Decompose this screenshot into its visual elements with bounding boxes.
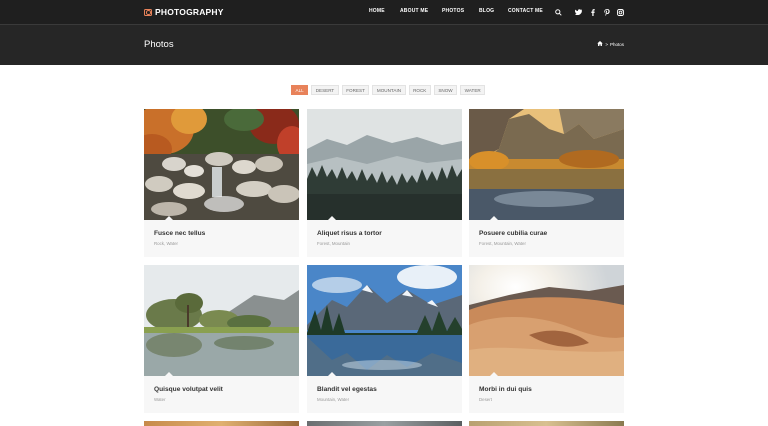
page-header: Photos > Photos [0, 25, 768, 65]
card-notch [165, 372, 173, 376]
photo-card[interactable] [144, 421, 299, 426]
home-icon[interactable] [597, 41, 604, 47]
nav-item-home[interactable]: HOME [369, 8, 385, 14]
nav-item-about-me[interactable]: ABOUT ME [400, 8, 428, 14]
photo-image [307, 109, 462, 220]
photo-card[interactable]: Aliquet risus a tortor Forest, Mountain [307, 109, 462, 257]
photo-card[interactable]: Quisque volutpat velit Water [144, 265, 299, 413]
twitter-icon[interactable] [573, 7, 583, 17]
photo-title[interactable]: Aliquet risus a tortor [317, 230, 382, 237]
photo-tags: Desert [479, 397, 492, 402]
instagram-icon[interactable] [615, 7, 625, 17]
filter-all[interactable]: ALL [291, 85, 309, 95]
photo-tags: Forest, Mountain [317, 241, 350, 246]
photo-card[interactable]: Fusce nec tellus Rock, Water [144, 109, 299, 257]
filter-forest[interactable]: FOREST [341, 85, 370, 95]
nav-item-photos[interactable]: PHOTOS [442, 8, 464, 14]
photo-card[interactable]: Morbi in dui quis Desert [469, 265, 624, 413]
photo-title[interactable]: Posuere cubilia curae [479, 230, 547, 237]
card-notch [490, 216, 498, 220]
photo-image [144, 265, 299, 376]
breadcrumb-separator: > [605, 41, 608, 47]
filter-desert[interactable]: DESERT [311, 85, 339, 95]
photo-title[interactable]: Blandit vel egestas [317, 386, 377, 393]
photo-card[interactable]: Blandit vel egestas Mountain, Water [307, 265, 462, 413]
photo-title[interactable]: Morbi in dui quis [479, 386, 532, 393]
category-filters: ALL DESERT FOREST MOUNTAIN ROCK SNOW WAT… [291, 85, 486, 96]
search-icon[interactable] [553, 7, 563, 17]
nav-item-blog[interactable]: BLOG [479, 8, 494, 14]
photo-image [144, 421, 299, 426]
photo-card[interactable]: Posuere cubilia curae Forest, Mountain, … [469, 109, 624, 257]
filter-snow[interactable]: SNOW [433, 85, 458, 95]
photo-image [307, 421, 462, 426]
photo-tags: Rock, Water [154, 241, 178, 246]
filter-mountain[interactable]: MOUNTAIN [372, 85, 406, 95]
brand-logo[interactable]: PHOTOGRAPHY [144, 6, 224, 18]
photo-image [469, 109, 624, 220]
page-title: Photos [144, 39, 174, 50]
camera-icon [144, 8, 152, 16]
nav-item-contact-me[interactable]: CONTACT ME [508, 8, 543, 14]
breadcrumb-current: Photos [609, 41, 624, 47]
photo-card[interactable] [469, 421, 624, 426]
breadcrumb: > Photos [597, 41, 624, 47]
filter-rock[interactable]: ROCK [408, 85, 431, 95]
photo-image [144, 109, 299, 220]
photo-card[interactable] [307, 421, 462, 426]
card-notch [328, 216, 336, 220]
photo-tags: Water [154, 397, 166, 402]
brand-name: PHOTOGRAPHY [155, 7, 224, 17]
photo-image [307, 265, 462, 376]
photo-tags: Forest, Mountain, Water [479, 241, 526, 246]
pinterest-icon[interactable] [602, 7, 612, 17]
photo-image [469, 421, 624, 426]
filter-water[interactable]: WATER [460, 85, 486, 95]
photo-tags: Mountain, Water [317, 397, 350, 402]
photo-title[interactable]: Fusce nec tellus [154, 230, 205, 237]
top-navbar: PHOTOGRAPHY HOME ABOUT ME PHOTOS BLOG CO… [0, 0, 768, 24]
card-notch [328, 372, 336, 376]
card-notch [165, 216, 173, 220]
photo-title[interactable]: Quisque volutpat velit [154, 386, 223, 393]
card-notch [490, 372, 498, 376]
facebook-icon[interactable] [588, 7, 598, 17]
photo-image [469, 265, 624, 376]
